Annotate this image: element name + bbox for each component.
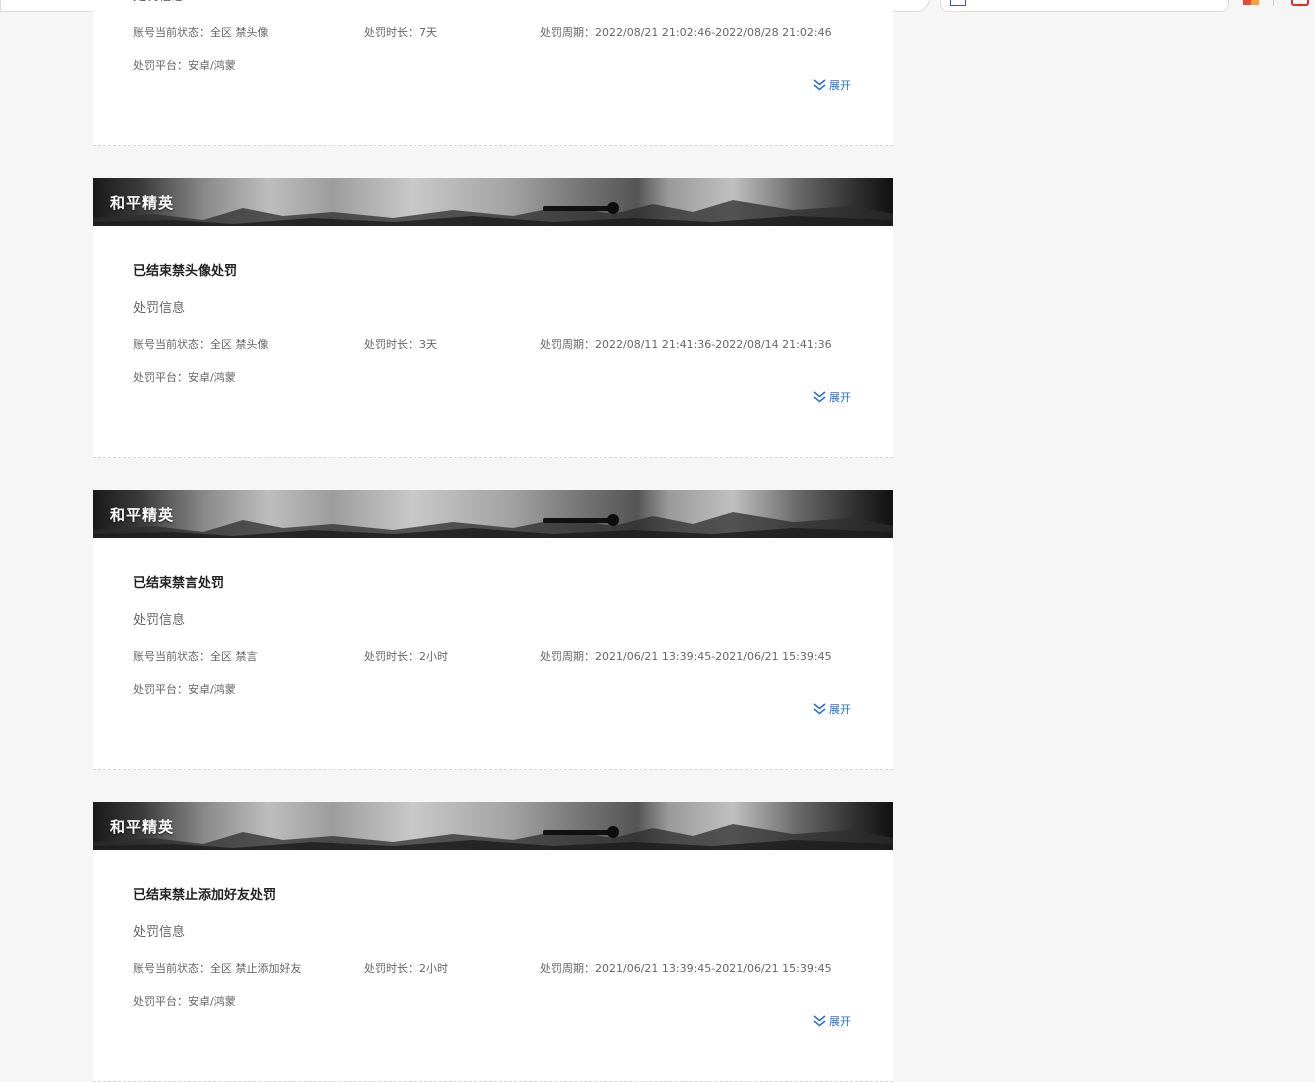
game-banner: 和平精英 <box>93 490 893 538</box>
expand-label: 展开 <box>829 391 851 404</box>
status-label: 账号当前状态： <box>133 962 210 975</box>
expand-label: 展开 <box>829 79 851 92</box>
punishment-title: 已结束禁止添加好友处罚 <box>133 888 277 903</box>
card-divider <box>93 457 893 458</box>
duration-label: 处罚时长： <box>364 650 419 663</box>
platform-label: 处罚平台： <box>133 59 188 72</box>
punishment-duration: 处罚时长：2小时 <box>364 648 448 664</box>
platform-value: 安卓/鸿蒙 <box>188 683 236 696</box>
extension-icon[interactable] <box>1291 0 1309 6</box>
period-label: 处罚周期： <box>540 962 595 975</box>
status-value: 全区 禁头像 <box>210 338 269 351</box>
double-chevron-down-icon <box>813 391 826 403</box>
punishment-platform: 处罚平台：安卓/鸿蒙 <box>133 57 236 73</box>
expand-button[interactable]: 展开 <box>813 701 851 717</box>
punishment-card: 和平精英 已结束禁头像处罚 处罚信息 账号当前状态：全区 禁头像 处罚时长：3天… <box>93 178 893 458</box>
double-chevron-down-icon <box>813 703 826 715</box>
punishment-card: 和平精英 已结束禁头像处罚 处罚信息 账号当前状态：全区 禁头像 处罚时长：7天… <box>93 0 893 146</box>
punishment-list: 和平精英 已结束禁头像处罚 处罚信息 账号当前状态：全区 禁头像 处罚时长：7天… <box>93 0 893 1082</box>
punishment-period: 处罚周期：2021/06/21 13:39:45-2021/06/21 15:3… <box>540 648 832 664</box>
banner-artwork <box>93 824 893 850</box>
expand-label: 展开 <box>829 703 851 716</box>
platform-label: 处罚平台： <box>133 995 188 1008</box>
platform-value: 安卓/鸿蒙 <box>188 371 236 384</box>
card-divider <box>93 145 893 146</box>
duration-value: 2小时 <box>419 962 448 975</box>
duration-label: 处罚时长： <box>364 26 419 39</box>
section-label: 处罚信息 <box>133 925 186 940</box>
punishment-duration: 处罚时长：2小时 <box>364 960 448 976</box>
card-gap <box>93 458 893 490</box>
banner-artwork <box>93 512 893 538</box>
punishment-card: 和平精英 已结束禁言处罚 处罚信息 账号当前状态：全区 禁言 处罚时长：2小时 … <box>93 490 893 770</box>
punishment-period: 处罚周期：2022/08/21 21:02:46-2022/08/28 21:0… <box>540 24 832 40</box>
card-divider <box>93 769 893 770</box>
search-box[interactable] <box>940 0 1229 12</box>
punishment-period: 处罚周期：2021/06/21 13:39:45-2021/06/21 15:3… <box>540 960 832 976</box>
punishment-card: 和平精英 已结束禁止添加好友处罚 处罚信息 账号当前状态：全区 禁止添加好友 处… <box>93 802 893 1082</box>
game-banner: 和平精英 <box>93 178 893 226</box>
banner-artwork <box>93 200 893 226</box>
period-label: 处罚周期： <box>540 650 595 663</box>
card-gap <box>93 770 893 802</box>
game-banner: 和平精英 <box>93 802 893 850</box>
search-engine-icon <box>950 0 966 6</box>
period-value: 2022/08/21 21:02:46-2022/08/28 21:02:46 <box>595 26 832 39</box>
punishment-title: 已结束禁言处罚 <box>133 576 225 591</box>
game-name: 和平精英 <box>110 194 175 212</box>
expand-label: 展开 <box>829 1015 851 1028</box>
account-status: 账号当前状态：全区 禁止添加好友 <box>133 960 302 976</box>
punishment-duration: 处罚时长：7天 <box>364 24 437 40</box>
status-value: 全区 禁言 <box>210 650 258 663</box>
account-status: 账号当前状态：全区 禁言 <box>133 648 258 664</box>
period-value: 2021/06/21 13:39:45-2021/06/21 15:39:45 <box>595 962 832 975</box>
account-status: 账号当前状态：全区 禁头像 <box>133 24 269 40</box>
punishment-platform: 处罚平台：安卓/鸿蒙 <box>133 369 236 385</box>
platform-value: 安卓/鸿蒙 <box>188 995 236 1008</box>
platform-label: 处罚平台： <box>133 371 188 384</box>
duration-label: 处罚时长： <box>364 962 419 975</box>
period-value: 2021/06/21 13:39:45-2021/06/21 15:39:45 <box>595 650 832 663</box>
double-chevron-down-icon <box>813 1015 826 1027</box>
duration-value: 7天 <box>419 26 437 39</box>
punishment-title: 已结束禁头像处罚 <box>133 264 238 279</box>
platform-label: 处罚平台： <box>133 683 188 696</box>
punishment-platform: 处罚平台：安卓/鸿蒙 <box>133 993 236 1009</box>
game-name: 和平精英 <box>110 506 175 524</box>
punishment-duration: 处罚时长：3天 <box>364 336 437 352</box>
duration-label: 处罚时长： <box>364 338 419 351</box>
status-label: 账号当前状态： <box>133 338 210 351</box>
section-label: 处罚信息 <box>133 0 185 4</box>
duration-value: 2小时 <box>419 650 448 663</box>
status-label: 账号当前状态： <box>133 650 210 663</box>
card-gap <box>93 146 893 178</box>
status-value: 全区 禁头像 <box>210 26 269 39</box>
period-label: 处罚周期： <box>540 338 595 351</box>
expand-button[interactable]: 展开 <box>813 1013 851 1029</box>
toolbar-divider <box>1273 0 1274 6</box>
double-chevron-down-icon <box>813 79 826 91</box>
section-label: 处罚信息 <box>133 301 186 316</box>
section-label: 处罚信息 <box>133 613 186 628</box>
extension-icon[interactable] <box>1243 0 1259 5</box>
game-name: 和平精英 <box>110 818 175 836</box>
account-status: 账号当前状态：全区 禁头像 <box>133 336 269 352</box>
status-value: 全区 禁止添加好友 <box>210 962 302 975</box>
period-value: 2022/08/11 21:41:36-2022/08/14 21:41:36 <box>595 338 832 351</box>
expand-button[interactable]: 展开 <box>813 389 851 405</box>
period-label: 处罚周期： <box>540 26 595 39</box>
punishment-platform: 处罚平台：安卓/鸿蒙 <box>133 681 236 697</box>
duration-value: 3天 <box>419 338 437 351</box>
status-label: 账号当前状态： <box>133 26 210 39</box>
expand-button[interactable]: 展开 <box>813 77 851 93</box>
punishment-period: 处罚周期：2022/08/11 21:41:36-2022/08/14 21:4… <box>540 336 832 352</box>
platform-value: 安卓/鸿蒙 <box>188 59 236 72</box>
